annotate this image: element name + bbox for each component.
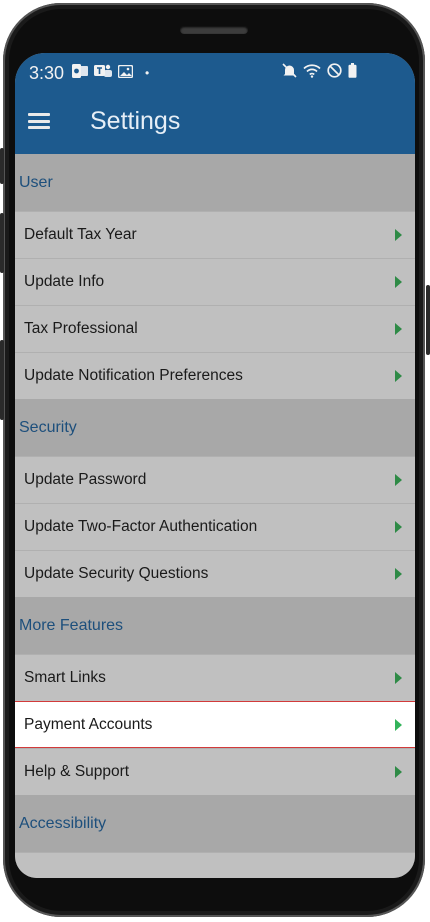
item-label: Default Tax Year: [24, 226, 137, 243]
status-dot: •: [145, 66, 150, 80]
screen: 3:30 • Settings User Default Tax Year Up…: [15, 53, 415, 878]
status-bar-left: 3:30 •: [29, 62, 149, 84]
item-update-password[interactable]: Update Password: [15, 456, 415, 503]
chevron-right-icon: [395, 474, 402, 486]
chevron-right-icon: [395, 766, 402, 778]
item-label: Payment Accounts: [24, 715, 153, 733]
page-title: Settings: [90, 107, 181, 135]
section-more-features: More Features: [15, 597, 415, 654]
power-button: [426, 285, 430, 355]
earpiece-speaker: [180, 26, 248, 34]
item-smart-links[interactable]: Smart Links: [15, 654, 415, 701]
status-bar-right: [282, 63, 357, 83]
item-update-security-questions[interactable]: Update Security Questions: [15, 550, 415, 597]
hamburger-menu-icon[interactable]: [28, 113, 50, 129]
status-time: 3:30: [29, 62, 65, 83]
item-label: Smart Links: [24, 669, 106, 686]
item-label: Help & Support: [24, 763, 130, 780]
item-default-tax-year[interactable]: Default Tax Year: [15, 211, 415, 258]
list-item[interactable]: [15, 852, 415, 878]
chevron-right-icon: [395, 370, 402, 382]
chevron-right-icon: [395, 521, 402, 533]
mute-icon: [282, 63, 297, 83]
outlook-icon: [72, 63, 89, 83]
section-user: User: [15, 154, 415, 211]
section-security: Security: [15, 399, 415, 456]
item-label: Update Info: [24, 273, 105, 290]
chevron-right-icon: [395, 718, 402, 731]
item-update-info[interactable]: Update Info: [15, 258, 415, 305]
chevron-right-icon: [395, 323, 402, 335]
item-tax-professional[interactable]: Tax Professional: [15, 305, 415, 352]
chevron-right-icon: [395, 276, 402, 288]
item-update-notification-preferences[interactable]: Update Notification Preferences: [15, 352, 415, 399]
wifi-icon: [303, 63, 321, 83]
item-label: Update Password: [24, 471, 147, 488]
item-label: Update Security Questions: [24, 565, 209, 582]
volume-down-button: [0, 213, 4, 273]
item-help-support[interactable]: Help & Support: [15, 748, 415, 795]
settings-list: User Default Tax Year Update Info Tax Pr…: [15, 154, 415, 878]
item-payment-accounts[interactable]: Payment Accounts: [15, 701, 415, 748]
section-accessibility: Accessibility: [15, 795, 415, 852]
teams-icon: [94, 63, 113, 83]
chevron-right-icon: [395, 568, 402, 580]
gallery-icon: [117, 63, 134, 83]
chevron-right-icon: [395, 672, 402, 684]
do-not-disturb-icon: [327, 63, 342, 83]
item-label: Tax Professional: [24, 320, 138, 337]
bixby-button: [0, 340, 4, 420]
chevron-right-icon: [395, 229, 402, 241]
battery-icon: [348, 63, 357, 83]
app-bar: 3:30 • Settings: [15, 53, 415, 154]
item-label: Update Notification Preferences: [24, 367, 243, 384]
item-label: Update Two-Factor Authentication: [24, 518, 258, 535]
item-update-two-factor-authentication[interactable]: Update Two-Factor Authentication: [15, 503, 415, 550]
volume-up-button: [0, 148, 4, 184]
